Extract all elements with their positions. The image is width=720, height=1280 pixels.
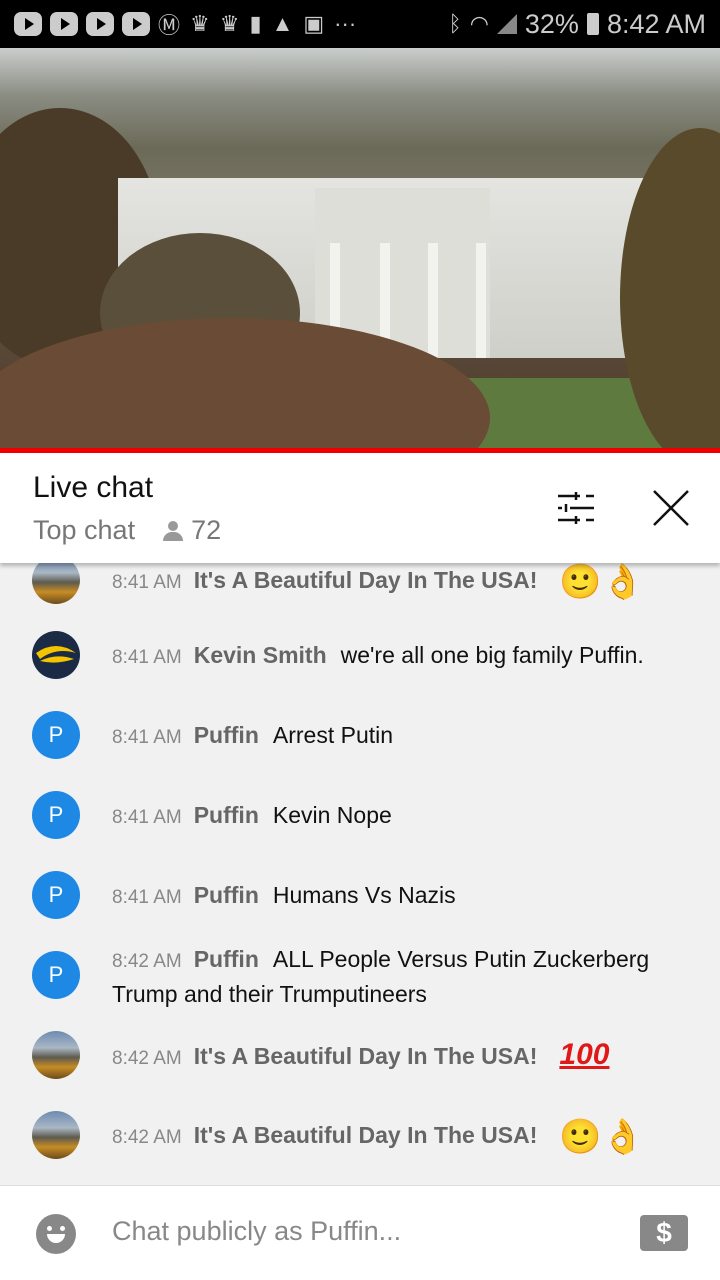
image-icon: ▣	[303, 11, 325, 36]
crown-icon: ♛	[190, 11, 210, 36]
message-author[interactable]: Kevin Smith	[194, 642, 327, 668]
youtube-notification-icon	[86, 12, 114, 36]
message-time: 8:41 AM	[112, 887, 182, 908]
message-author[interactable]: Puffin	[194, 802, 259, 828]
message-author[interactable]: It's A Beautiful Day In The USA!	[194, 1043, 538, 1069]
crown-icon: ♛	[219, 11, 240, 36]
message-author[interactable]: Puffin	[194, 882, 259, 908]
message-time: 8:42 AM	[112, 1127, 182, 1148]
avatar[interactable]	[32, 1031, 80, 1079]
live-chat-header: Live chat Top chat 72	[0, 453, 720, 563]
hundred-points-emoji: 100	[559, 1038, 610, 1071]
viewer-count: 72	[191, 515, 222, 545]
message-text: Kevin Nope	[272, 802, 392, 828]
avatar[interactable]	[32, 631, 80, 679]
message-author[interactable]: Puffin	[194, 722, 259, 748]
wifi-icon: ◠	[469, 11, 489, 36]
message-author[interactable]: It's A Beautiful Day In The USA!	[194, 567, 538, 593]
message-time: 8:42 AM	[112, 951, 182, 972]
message-text: we're all one big family Puffin.	[340, 642, 644, 668]
m-app-icon: Ⓜ	[158, 13, 181, 38]
folder-icon: ▮	[249, 11, 262, 36]
message-text: ALL People Versus Putin Zuckerberg Trump…	[112, 946, 650, 1007]
message-time: 8:42 AM	[112, 1048, 182, 1069]
status-bar: Ⓜ ♛ ♛ ▮ ▲ ▣ ··· ᛒ ◠ 32% 8:42 AM	[0, 0, 720, 48]
smile-ok-emoji: 🙂👌	[559, 1117, 645, 1156]
more-icon: ···	[334, 11, 357, 36]
avatar[interactable]	[32, 1111, 80, 1159]
signal-icon	[496, 14, 517, 34]
warning-icon: ▲	[271, 11, 294, 36]
youtube-notification-icon	[14, 12, 42, 36]
chat-mode-label: Top chat	[33, 515, 136, 545]
youtube-notification-icon	[122, 12, 150, 36]
message-author[interactable]: Puffin	[194, 946, 259, 972]
avatar[interactable]: P	[32, 951, 80, 999]
avatar[interactable]: P	[32, 791, 80, 839]
battery-percent: 32%	[524, 8, 579, 39]
chat-mode-dropdown[interactable]: Top chat 72	[33, 515, 221, 546]
message-time: 8:41 AM	[112, 727, 182, 748]
avatar[interactable]	[32, 563, 80, 604]
chat-message-list[interactable]: 8:41 AM It's A Beautiful Day In The USA! 🙂…	[0, 563, 720, 1185]
filter-settings-icon[interactable]	[556, 491, 596, 525]
message-author[interactable]: It's A Beautiful Day In The USA!	[194, 1122, 538, 1148]
battery-icon	[586, 13, 599, 35]
avatar[interactable]: P	[32, 711, 80, 759]
chat-input[interactable]: Chat publicly as Puffin...	[112, 1216, 401, 1247]
person-icon	[163, 520, 184, 541]
video-player[interactable]	[0, 48, 720, 450]
clock: 8:42 AM	[606, 8, 706, 39]
youtube-notification-icon	[50, 12, 78, 36]
emoji-picker-icon[interactable]	[36, 1214, 76, 1254]
message-time: 8:41 AM	[112, 807, 182, 828]
chat-input-bar: Chat publicly as Puffin... $	[0, 1185, 720, 1280]
message-text: Arrest Putin	[272, 722, 394, 748]
avatar[interactable]: P	[32, 871, 80, 919]
bluetooth-icon: ᛒ	[448, 11, 462, 36]
message-time: 8:41 AM	[112, 647, 182, 668]
chat-title: Live chat	[33, 471, 154, 504]
super-chat-dollar-icon[interactable]: $	[640, 1215, 688, 1251]
close-icon[interactable]	[652, 489, 690, 527]
message-time: 8:41 AM	[112, 572, 182, 593]
smile-ok-emoji: 🙂👌	[559, 563, 645, 601]
message-text: Humans Vs Nazis	[272, 882, 456, 908]
